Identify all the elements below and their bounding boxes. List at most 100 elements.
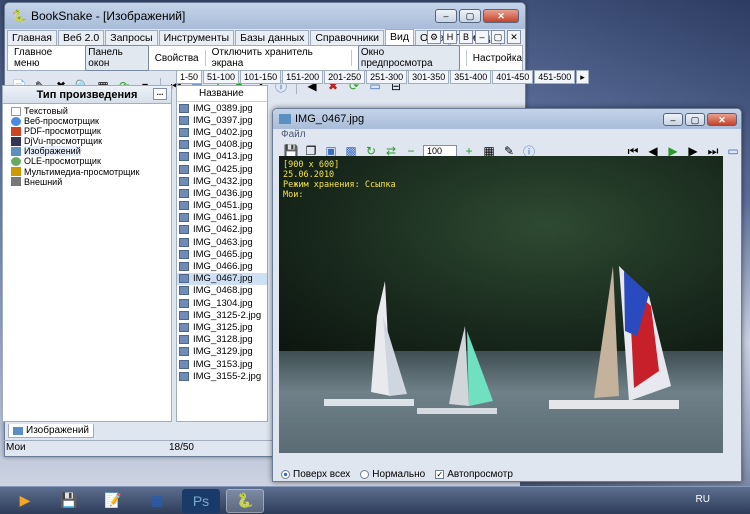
mdi-close-button[interactable]: ✕ xyxy=(507,30,521,44)
tree-item-text[interactable]: Текстовый xyxy=(3,106,171,116)
page-scroll-right[interactable]: ▸ xyxy=(576,70,589,84)
page-tab[interactable]: 451-500 xyxy=(534,70,576,84)
language-indicator[interactable]: RU xyxy=(696,494,710,505)
preview-close-button[interactable]: ✕ xyxy=(707,112,737,126)
normal-radio[interactable]: Нормально xyxy=(360,469,425,480)
image-file-icon xyxy=(179,213,189,223)
file-row[interactable]: IMG_0461.jpg xyxy=(177,212,267,224)
file-name: IMG_3125.jpg xyxy=(193,321,253,333)
file-name: IMG_0463.jpg xyxy=(193,236,253,248)
file-name: IMG_0413.jpg xyxy=(193,151,253,163)
on-top-radio[interactable]: Поверх всех xyxy=(281,469,350,480)
page-tab[interactable]: 51-100 xyxy=(203,70,240,84)
file-row[interactable]: IMG_0466.jpg xyxy=(177,260,267,272)
column-header-name[interactable]: Название xyxy=(177,86,267,102)
window-panel-button[interactable]: Панель окон xyxy=(85,45,149,71)
file-row[interactable]: IMG_0402.jpg xyxy=(177,126,267,138)
disable-screensaver-button[interactable]: Отключить хранитель экрана xyxy=(212,47,345,69)
file-row[interactable]: IMG_3129.jpg xyxy=(177,346,267,358)
file-row[interactable]: IMG_0413.jpg xyxy=(177,151,267,163)
radio-off xyxy=(360,469,370,479)
floppy-icon[interactable]: 💾 xyxy=(50,489,88,513)
file-row[interactable]: IMG_3128.jpg xyxy=(177,334,267,346)
media-player-icon[interactable]: ▶ xyxy=(6,489,44,513)
preview-window-button[interactable]: Окно предпросмотра xyxy=(357,45,460,71)
tree-item-external[interactable]: Внешний xyxy=(3,177,171,187)
file-row[interactable]: IMG_0467.jpg xyxy=(177,272,267,285)
file-name: IMG_0389.jpg xyxy=(193,102,253,114)
page-tab[interactable]: 301-350 xyxy=(408,70,450,84)
file-name: IMG_0451.jpg xyxy=(193,200,253,212)
preview-maximize-button[interactable]: ▢ xyxy=(685,112,705,126)
file-row[interactable]: IMG_3125.jpg xyxy=(177,321,267,333)
tree-item-images[interactable]: Изображений xyxy=(3,146,171,157)
file-name: IMG_0402.jpg xyxy=(193,126,253,138)
file-name: IMG_0425.jpg xyxy=(193,163,253,175)
minimize-button[interactable]: – xyxy=(435,9,457,23)
file-name: IMG_1304.jpg xyxy=(193,297,253,309)
preview-title-bar: IMG_0467.jpg – ▢ ✕ xyxy=(273,109,741,129)
file-row[interactable]: IMG_3153.jpg xyxy=(177,358,267,370)
file-row[interactable]: IMG_1304.jpg xyxy=(177,297,267,309)
mdi-restore-button[interactable]: ▢ xyxy=(491,30,505,44)
tree-item-djvu[interactable]: DjVu-просмотрщик xyxy=(3,136,171,146)
photoshop-icon[interactable]: Ps xyxy=(182,488,220,513)
file-row[interactable]: IMG_0462.jpg xyxy=(177,224,267,236)
tab-images[interactable]: Изображений xyxy=(8,424,95,438)
maximize-button[interactable]: ▢ xyxy=(459,9,481,23)
tab-references[interactable]: Справочники xyxy=(310,30,384,45)
more-button[interactable]: ... xyxy=(153,88,167,100)
preview-minimize-button[interactable]: – xyxy=(663,112,683,126)
file-row[interactable]: IMG_0389.jpg xyxy=(177,102,267,114)
window-title: BookSnake - [Изображений] xyxy=(31,9,186,23)
close-button[interactable]: ✕ xyxy=(483,9,519,23)
h-button[interactable]: H xyxy=(443,30,457,44)
file-name: IMG_0467.jpg xyxy=(193,273,253,285)
tree-item-web[interactable]: Веб-просмотрщик xyxy=(3,116,171,126)
page-tab[interactable]: 151-200 xyxy=(282,70,324,84)
file-row[interactable]: IMG_0468.jpg xyxy=(177,285,267,297)
file-row[interactable]: IMG_0465.jpg xyxy=(177,248,267,260)
b-button[interactable]: B xyxy=(459,30,473,44)
image-file-icon xyxy=(179,176,189,186)
type-panel: Тип произведения ... Текстовый Веб-просм… xyxy=(2,85,172,422)
file-row[interactable]: IMG_0463.jpg xyxy=(177,236,267,248)
tree-item-multimedia[interactable]: Мультимедиа-просмотрщик xyxy=(3,167,171,177)
image-info-overlay: [900 x 600] 25.06.2010 Режим хранения: С… xyxy=(283,160,396,200)
tab-tools[interactable]: Инструменты xyxy=(158,30,235,45)
file-row[interactable]: IMG_3125-2.jpg xyxy=(177,309,267,321)
page-tab[interactable]: 351-400 xyxy=(450,70,492,84)
ole-icon xyxy=(11,156,21,166)
setup-button[interactable]: Настройка xyxy=(473,53,522,64)
tab-view[interactable]: Вид xyxy=(384,29,414,45)
file-row[interactable]: IMG_0436.jpg xyxy=(177,187,267,199)
tab-web20[interactable]: Веб 2.0 xyxy=(57,30,105,45)
tab-home[interactable]: Главная xyxy=(7,30,57,45)
main-menu-button[interactable]: Главное меню xyxy=(14,47,79,69)
settings-icon[interactable]: ⚙ xyxy=(427,30,441,44)
notepad-icon[interactable]: 📝 xyxy=(94,489,132,513)
calculator-icon[interactable]: ▦ xyxy=(138,489,176,513)
page-tab[interactable]: 201-250 xyxy=(324,70,366,84)
booksnake-taskbar-icon[interactable]: 🐍 xyxy=(226,488,264,513)
tab-databases[interactable]: Базы данных xyxy=(235,30,310,45)
tab-queries[interactable]: Запросы xyxy=(105,30,158,45)
file-row[interactable]: IMG_0451.jpg xyxy=(177,200,267,212)
preview-menu-file[interactable]: Файл xyxy=(273,129,741,142)
properties-button[interactable]: Свойства xyxy=(155,53,199,64)
file-rows: IMG_0389.jpg IMG_0397.jpg IMG_0402.jpg IMG_… xyxy=(177,102,267,382)
file-row[interactable]: IMG_3155-2.jpg xyxy=(177,370,267,382)
file-row[interactable]: IMG_0408.jpg xyxy=(177,139,267,151)
mdi-minimize-button[interactable]: – xyxy=(475,30,489,44)
page-tab[interactable]: 101-150 xyxy=(240,70,282,84)
monitor-icon[interactable]: ▭ xyxy=(725,143,741,159)
autopreview-checkbox[interactable]: ✓ Автопросмотр xyxy=(435,469,513,480)
tree-item-ole[interactable]: OLE-просмотрщик xyxy=(3,156,171,166)
file-row[interactable]: IMG_0425.jpg xyxy=(177,163,267,175)
page-tab[interactable]: 401-450 xyxy=(492,70,534,84)
file-row[interactable]: IMG_0432.jpg xyxy=(177,175,267,187)
page-tab[interactable]: 1-50 xyxy=(176,70,203,84)
page-tab[interactable]: 251-300 xyxy=(366,70,408,84)
file-row[interactable]: IMG_0397.jpg xyxy=(177,114,267,126)
tree-item-pdf[interactable]: PDF-просмотрщик xyxy=(3,126,171,136)
